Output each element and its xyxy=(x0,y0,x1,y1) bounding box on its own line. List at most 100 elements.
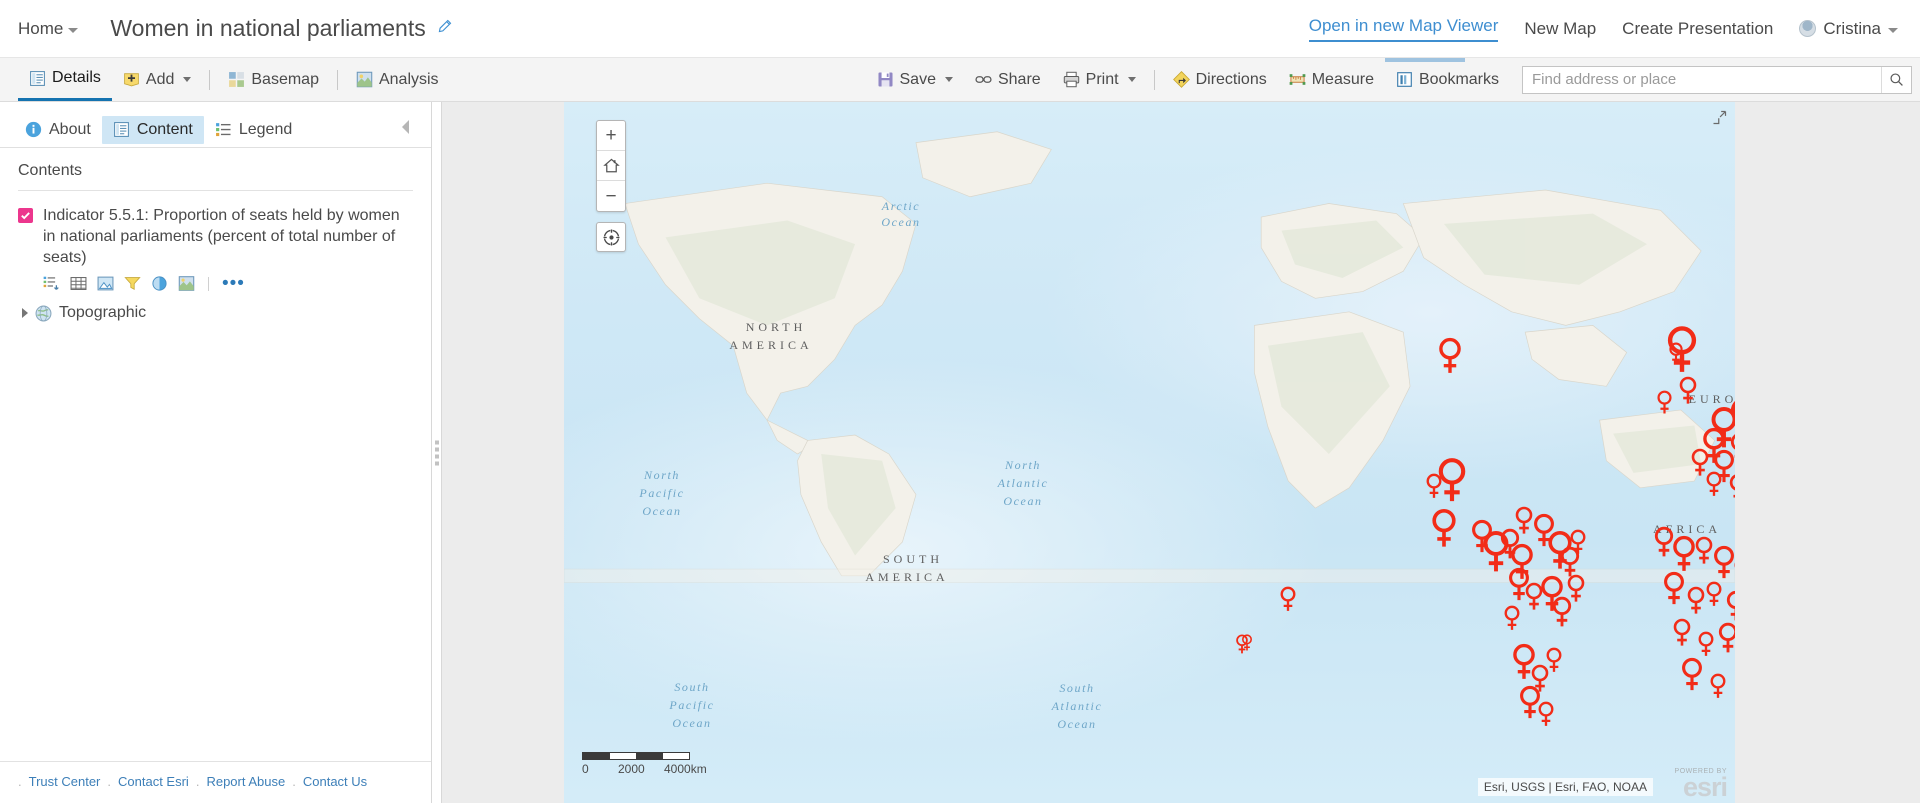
save-button[interactable]: Save xyxy=(866,58,964,101)
app-header: Home Women in national parliaments Open … xyxy=(0,0,1920,58)
tab-legend[interactable]: Legend xyxy=(204,116,303,144)
report-abuse-link[interactable]: Report Abuse xyxy=(206,774,285,789)
more-options-icon[interactable]: ••• xyxy=(222,274,245,293)
venus-symbol-marker[interactable] xyxy=(1694,536,1714,565)
chevron-down-icon xyxy=(68,27,79,33)
show-table-icon[interactable] xyxy=(70,275,87,292)
chevron-down-icon xyxy=(1127,77,1136,82)
venus-symbol-marker[interactable] xyxy=(1678,376,1698,405)
venus-symbol-marker[interactable] xyxy=(1503,605,1521,631)
measure-button[interactable]: Measure xyxy=(1278,58,1385,101)
toolbar-divider xyxy=(336,69,338,90)
create-presentation-link[interactable]: Create Presentation xyxy=(1622,19,1773,39)
ocean-label: Ocean xyxy=(1057,717,1097,731)
venus-symbol-marker[interactable] xyxy=(1656,390,1673,415)
venus-symbol-marker[interactable] xyxy=(1712,545,1735,580)
pencil-icon[interactable] xyxy=(437,19,452,39)
venus-symbol-marker[interactable] xyxy=(1569,529,1587,555)
open-in-new-map-viewer-link[interactable]: Open in new Map Viewer xyxy=(1308,16,1499,42)
venus-symbol-marker[interactable] xyxy=(1697,631,1715,657)
details-button[interactable]: Details xyxy=(18,58,112,101)
print-button[interactable]: Print xyxy=(1052,58,1147,101)
tab-content[interactable]: Content xyxy=(101,115,204,144)
legend-icon xyxy=(215,123,231,137)
panel-footer: . Trust Center . Contact Esri . Report A… xyxy=(0,761,431,803)
layer-visibility-checkbox[interactable] xyxy=(18,208,33,223)
basemap-layer-label: Topographic xyxy=(59,304,147,322)
venus-symbol-marker[interactable] xyxy=(1686,586,1706,615)
panel-tabs: About Content Legend xyxy=(0,102,431,148)
venus-symbol-marker[interactable] xyxy=(1545,647,1563,673)
splitter-grip-icon xyxy=(435,440,439,465)
venus-symbol-marker[interactable] xyxy=(1728,473,1736,503)
zoom-out-button[interactable]: − xyxy=(597,181,625,211)
map-canvas[interactable]: NORTHAMERICASOUTHAMERICAEUROPEAFRICAASIA… xyxy=(564,102,1735,803)
contact-esri-link[interactable]: Contact Esri xyxy=(118,774,189,789)
add-label: Add xyxy=(145,70,175,88)
search-button[interactable] xyxy=(1881,66,1911,93)
tab-about[interactable]: About xyxy=(14,116,102,144)
esri-wordmark: esri xyxy=(1682,771,1728,802)
measure-icon xyxy=(1289,74,1306,85)
zoom-controls: + − xyxy=(596,120,626,212)
search-input[interactable] xyxy=(1523,66,1881,93)
zoom-in-button[interactable]: + xyxy=(597,121,625,151)
panel-splitter[interactable] xyxy=(432,102,442,803)
venus-symbol-marker[interactable] xyxy=(1709,673,1727,699)
avatar xyxy=(1799,20,1817,37)
add-icon xyxy=(124,73,139,87)
configure-popup-icon[interactable] xyxy=(178,275,195,292)
analysis-icon xyxy=(356,71,373,88)
venus-symbol-marker[interactable] xyxy=(1279,586,1297,612)
collapse-panel-icon[interactable] xyxy=(400,119,417,140)
venus-symbol-marker[interactable] xyxy=(1734,664,1735,693)
toolbar-divider xyxy=(209,69,211,90)
contact-us-link[interactable]: Contact Us xyxy=(303,774,367,789)
venus-symbol-marker[interactable] xyxy=(1705,581,1723,607)
home-button[interactable] xyxy=(597,151,625,181)
divider xyxy=(208,276,209,291)
locate-button[interactable] xyxy=(596,222,626,252)
scale-label-0: 0 xyxy=(582,762,589,776)
arcgis-map-viewer: Home Women in national parliaments Open … xyxy=(0,0,1920,803)
scale-label-mid: 2000 xyxy=(618,762,645,776)
chevron-right-icon[interactable] xyxy=(22,308,28,319)
user-menu[interactable]: Cristina xyxy=(1799,19,1898,39)
venus-symbol-marker[interactable] xyxy=(1662,571,1686,606)
venus-symbol-marker[interactable] xyxy=(1680,657,1704,692)
share-button[interactable]: Share xyxy=(964,58,1052,101)
venus-symbol-marker[interactable] xyxy=(1672,618,1692,647)
venus-symbol-marker[interactable] xyxy=(1668,342,1684,365)
expand-icon[interactable] xyxy=(1712,110,1727,130)
analysis-button[interactable]: Analysis xyxy=(345,58,450,101)
scale-bar-segments xyxy=(582,752,690,760)
bookmarks-button[interactable]: Bookmarks xyxy=(1385,58,1510,101)
new-map-link[interactable]: New Map xyxy=(1524,19,1596,39)
home-menu[interactable]: Home xyxy=(18,19,79,39)
map-toolbar: Details Add Basemap Analysis Save Share … xyxy=(0,58,1920,102)
basemap-layer-item[interactable]: Topographic xyxy=(0,292,431,322)
change-style-icon[interactable] xyxy=(97,275,114,292)
trust-center-link[interactable]: Trust Center xyxy=(29,774,101,789)
basemap-button[interactable]: Basemap xyxy=(217,58,330,101)
venus-symbol-marker[interactable] xyxy=(1425,473,1443,499)
details-icon xyxy=(30,70,45,86)
venus-symbol-marker[interactable] xyxy=(1566,574,1586,603)
directions-button[interactable]: Directions xyxy=(1162,58,1278,101)
print-label: Print xyxy=(1085,70,1119,88)
venus-symbol-marker[interactable] xyxy=(1537,701,1555,727)
show-legend-icon[interactable] xyxy=(43,275,60,292)
add-button[interactable]: Add xyxy=(112,58,202,101)
venus-symbol-marker[interactable] xyxy=(1733,557,1735,583)
ocean-label: South xyxy=(1059,681,1095,695)
venus-symbol-marker[interactable] xyxy=(1430,508,1458,549)
venus-symbol-marker[interactable] xyxy=(1705,471,1723,497)
directions-label: Directions xyxy=(1195,70,1267,88)
venus-symbol-marker[interactable] xyxy=(1241,634,1253,651)
venus-symbol-marker[interactable] xyxy=(1717,622,1735,654)
venus-symbol-marker[interactable] xyxy=(1725,590,1735,622)
venus-symbol-marker[interactable] xyxy=(1514,506,1534,535)
venus-symbol-marker[interactable] xyxy=(1437,337,1463,375)
transparency-icon[interactable] xyxy=(151,275,168,292)
filter-icon[interactable] xyxy=(124,275,141,292)
